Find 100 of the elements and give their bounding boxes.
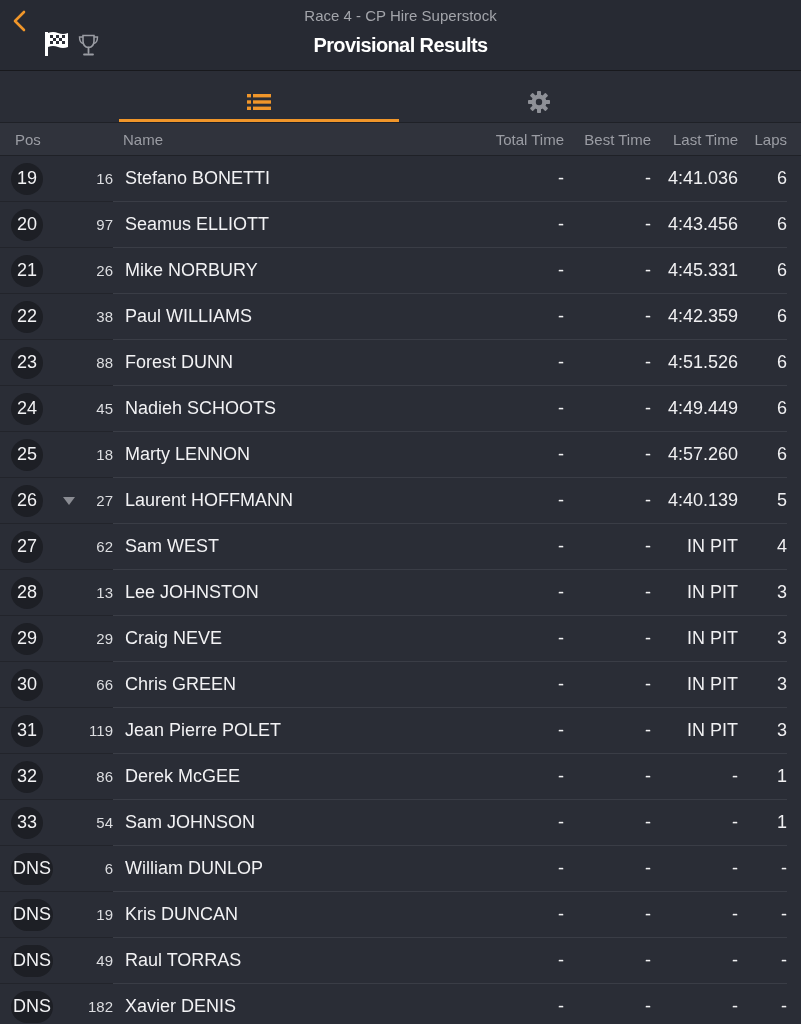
page-title: Provisional Results <box>313 33 488 57</box>
column-header: Total Time <box>495 130 564 148</box>
driver-name: Kris DUNCAN <box>125 904 238 925</box>
last-time: 4:42.359 <box>667 306 738 327</box>
lap-count: 1 <box>777 766 787 787</box>
lap-count: 1 <box>777 812 787 833</box>
lap-count: 6 <box>777 260 787 281</box>
total-time: - <box>558 536 564 557</box>
position-badge: 27 <box>11 530 43 563</box>
lap-count: 6 <box>777 168 787 189</box>
total-time: - <box>558 858 564 879</box>
last-time: 4:43.456 <box>667 214 738 235</box>
lap-count: 3 <box>777 720 787 741</box>
position-badge: DNS <box>11 898 53 931</box>
driver-name: William DUNLOP <box>125 858 263 879</box>
position-badge: 31 <box>11 714 43 747</box>
driver-name: Raul TORRAS <box>125 950 242 971</box>
car-number: 86 <box>96 768 113 785</box>
lap-count: 3 <box>777 582 787 603</box>
last-time: - <box>732 950 738 971</box>
best-time: - <box>645 352 651 373</box>
position-badge: 23 <box>11 346 43 379</box>
trophy-icon[interactable] <box>78 34 99 56</box>
checkered-flag-icon[interactable] <box>45 32 68 56</box>
last-time: 4:45.331 <box>667 260 738 281</box>
lap-count: 6 <box>777 444 787 465</box>
lap-count: - <box>781 858 787 879</box>
driver-name: Lee JOHNSTON <box>125 582 259 603</box>
lap-count: 6 <box>777 398 787 419</box>
total-time: - <box>558 904 564 925</box>
best-time: - <box>645 950 651 971</box>
driver-name: Craig NEVE <box>125 628 223 649</box>
best-time: - <box>645 674 651 695</box>
last-time: - <box>732 858 738 879</box>
last-time: IN PIT <box>687 720 738 741</box>
driver-name: Chris GREEN <box>125 674 236 695</box>
total-time: - <box>558 260 564 281</box>
last-time: IN PIT <box>687 628 738 649</box>
car-number: 119 <box>89 722 113 739</box>
total-time: - <box>558 444 564 465</box>
position-badge: DNS <box>11 990 53 1023</box>
total-time: - <box>558 996 564 1017</box>
last-time: 4:41.036 <box>667 168 738 189</box>
position-badge: 28 <box>11 576 43 609</box>
car-number: 13 <box>96 584 113 601</box>
total-time: - <box>558 168 564 189</box>
car-number: 18 <box>96 446 113 463</box>
position-badge: 20 <box>11 208 43 241</box>
car-number: 97 <box>96 216 113 233</box>
last-time: - <box>732 996 738 1017</box>
last-time: - <box>732 766 738 787</box>
car-number: 16 <box>96 170 113 187</box>
lap-count: 6 <box>777 352 787 373</box>
car-number: 45 <box>96 400 113 417</box>
total-time: - <box>558 582 564 603</box>
last-time: - <box>732 812 738 833</box>
driver-name: Marty LENNON <box>125 444 250 465</box>
best-time: - <box>645 490 651 511</box>
best-time: - <box>645 996 651 1017</box>
car-number: 38 <box>96 308 113 325</box>
column-header: Best Time <box>584 130 651 148</box>
column-header: Laps <box>754 130 787 148</box>
lap-count: 5 <box>777 490 787 511</box>
best-time: - <box>645 582 651 603</box>
driver-name: Laurent HOFFMANN <box>125 490 294 511</box>
driver-name: Jean Pierre POLET <box>125 720 282 741</box>
car-number: 62 <box>96 538 113 555</box>
car-number: 49 <box>96 952 113 969</box>
car-number: 6 <box>104 860 113 877</box>
total-time: - <box>558 766 564 787</box>
driver-name: Xavier DENIS <box>125 996 237 1017</box>
position-badge: 25 <box>11 438 43 471</box>
total-time: - <box>558 812 564 833</box>
column-header: Name <box>123 130 163 148</box>
lap-count: 6 <box>777 214 787 235</box>
driver-name: Mike NORBURY <box>125 260 258 281</box>
lap-count: 4 <box>777 536 787 557</box>
last-time: - <box>732 904 738 925</box>
best-time: - <box>645 214 651 235</box>
best-time: - <box>645 398 651 419</box>
total-time: - <box>558 674 564 695</box>
lap-count: - <box>781 996 787 1017</box>
lap-count: 3 <box>777 674 787 695</box>
last-time: IN PIT <box>687 582 738 603</box>
car-number: 66 <box>96 676 113 693</box>
total-time: - <box>558 214 564 235</box>
best-time: - <box>645 444 651 465</box>
race-subtitle: Race 4 - CP Hire Superstock <box>304 7 497 25</box>
last-time: 4:40.139 <box>667 490 738 511</box>
column-header: Last Time <box>672 130 738 148</box>
lap-count: - <box>781 950 787 971</box>
best-time: - <box>645 904 651 925</box>
position-badge: DNS <box>11 944 53 977</box>
last-time: IN PIT <box>687 536 738 557</box>
car-number: 54 <box>96 814 113 831</box>
total-time: - <box>558 398 564 419</box>
back-icon[interactable] <box>12 10 26 32</box>
car-number: 27 <box>96 492 113 509</box>
position-badge: 26 <box>11 484 43 517</box>
best-time: - <box>645 306 651 327</box>
